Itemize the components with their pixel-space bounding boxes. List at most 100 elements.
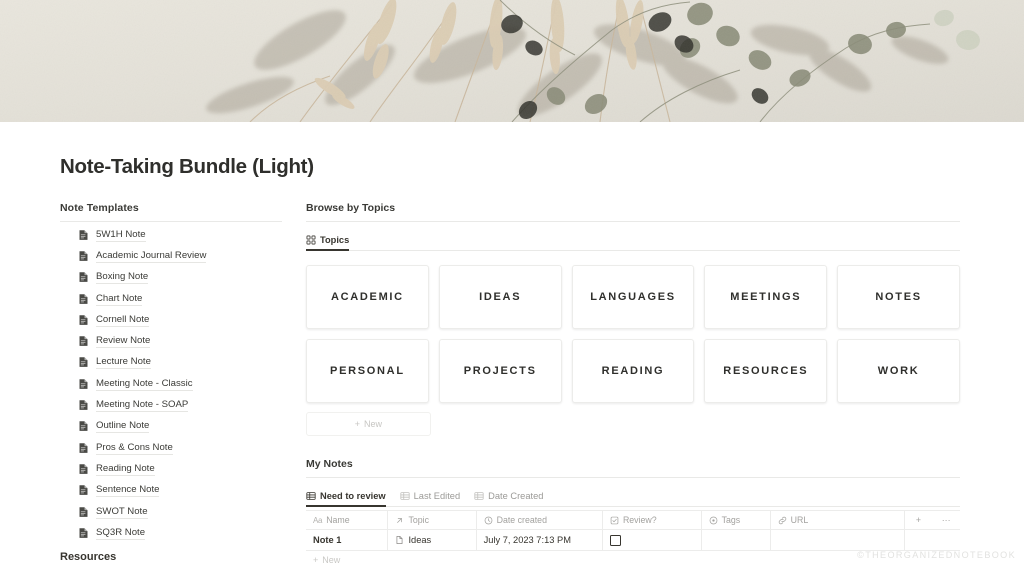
topic-card[interactable]: IDEAS xyxy=(438,265,562,329)
template-item[interactable]: Sentence Note xyxy=(60,480,282,501)
topic-card-label: NOTES xyxy=(875,291,922,303)
topic-card[interactable]: LANGUAGES xyxy=(571,265,695,329)
notes-table: Aa Name Topic Date created Review? Tags URL + ··… xyxy=(306,510,960,551)
tab-date-created[interactable]: Date Created xyxy=(474,491,543,506)
tab-topics[interactable]: Topics xyxy=(306,235,350,251)
document-icon xyxy=(79,251,88,261)
column-header[interactable]: Aa Name xyxy=(306,511,389,530)
tab-need-to-review[interactable]: Need to review xyxy=(306,491,386,507)
tab-label: Need to review xyxy=(320,491,386,501)
column-header[interactable]: Review? xyxy=(602,511,702,530)
template-item-label: 5W1H Note xyxy=(96,228,146,242)
template-item[interactable]: Chart Note xyxy=(60,288,282,309)
template-item-label: Meeting Note - Classic xyxy=(96,377,193,391)
cell-name[interactable]: Note 1 xyxy=(306,530,389,551)
cell-topic[interactable]: Ideas xyxy=(388,530,477,551)
browse-by-topics-heading: Browse by Topics xyxy=(306,202,960,222)
clock-icon xyxy=(484,516,492,524)
page-content: Note-Taking Bundle (Light) Note Template… xyxy=(0,122,1024,577)
template-item[interactable]: Review Note xyxy=(60,330,282,351)
document-icon xyxy=(79,336,88,346)
topic-card[interactable]: RESOURCES xyxy=(704,339,828,403)
review-checkbox[interactable] xyxy=(609,534,621,546)
document-icon xyxy=(79,229,88,240)
topic-card-label: READING xyxy=(601,365,665,377)
topic-card-grid: ACADEMIC IDEAS LANGUAGES MEETINGS NOTES PERSO… xyxy=(306,265,960,403)
new-topic-button[interactable]: + New xyxy=(306,412,431,436)
template-item-label: SQ3R Note xyxy=(96,526,146,540)
new-row-label: New xyxy=(322,555,341,565)
topic-card-label: RESOURCES xyxy=(723,365,809,377)
template-item[interactable]: SQ3R Note xyxy=(60,522,282,543)
template-item[interactable]: Outline Note xyxy=(60,416,282,437)
table-header-row: Aa Name Topic Date created Review? Tags URL + ··… xyxy=(306,511,960,530)
plus-icon: + xyxy=(354,419,361,429)
template-item-label: Outline Note xyxy=(96,420,150,434)
template-item[interactable]: Reading Note xyxy=(60,458,282,479)
cover-image xyxy=(0,0,1024,122)
page-title: Note-Taking Bundle (Light) xyxy=(60,155,314,178)
column-header[interactable]: Date created xyxy=(476,511,603,530)
template-item[interactable]: Meeting Note - SOAP xyxy=(60,394,282,415)
aa-text-icon: Aa xyxy=(313,515,323,525)
tab-label: Date Created xyxy=(488,491,544,501)
column-header-label: Topic xyxy=(408,515,429,525)
template-item[interactable]: Academic Journal Review xyxy=(60,245,282,266)
template-item-label: Review Note xyxy=(96,335,151,349)
topic-card[interactable]: ACADEMIC xyxy=(306,265,429,329)
tab-label: Topics xyxy=(320,235,350,245)
checkbox-icon xyxy=(610,516,619,524)
topic-card[interactable]: PERSONAL xyxy=(306,339,429,403)
resources-heading: Resources xyxy=(60,551,117,564)
document-icon xyxy=(79,400,88,410)
watermark: ©THEORGANIZEDNOTEBOOK xyxy=(857,550,1016,560)
table-more-options-button[interactable]: ··· xyxy=(932,511,960,530)
template-item-label: Meeting Note - SOAP xyxy=(96,399,189,413)
template-item[interactable]: Cornell Note xyxy=(60,309,282,330)
tab-last-edited[interactable]: Last Edited xyxy=(400,491,460,506)
template-item[interactable]: Pros & Cons Note xyxy=(60,437,282,458)
template-item[interactable]: Lecture Note xyxy=(60,352,282,373)
note-templates-list: 5W1H Note Academic Journal Review Boxing N… xyxy=(60,224,282,543)
table-icon xyxy=(306,492,316,500)
template-item[interactable]: SWOT Note xyxy=(60,501,282,522)
template-item[interactable]: Meeting Note - Classic xyxy=(60,373,282,394)
topic-card[interactable]: MEETINGS xyxy=(704,265,828,329)
column-header[interactable]: URL xyxy=(770,511,905,530)
cell-spacer xyxy=(904,530,933,551)
template-item-label: Chart Note xyxy=(96,292,143,306)
link-icon xyxy=(778,516,786,524)
topic-card[interactable]: READING xyxy=(571,339,695,403)
column-header[interactable]: Tags xyxy=(701,511,771,530)
topic-card-label: ACADEMIC xyxy=(330,291,404,303)
column-header-label: Tags xyxy=(721,515,741,525)
note-templates-column: Note Templates 5W1H Note Academic Journal… xyxy=(60,202,282,563)
topic-card-label: MEETINGS xyxy=(730,291,802,303)
document-icon xyxy=(79,506,88,517)
topic-card[interactable]: NOTES xyxy=(837,265,960,329)
template-item-label: Pros & Cons Note xyxy=(96,441,173,455)
select-circle-icon xyxy=(709,516,717,524)
table-body: Note 1 Ideas July 7, 2023 7:13 PM xyxy=(306,530,960,551)
cell-review[interactable] xyxy=(602,530,702,551)
template-item-label: Lecture Note xyxy=(96,356,151,370)
template-item-label: SWOT Note xyxy=(96,505,148,519)
table-row[interactable]: Note 1 Ideas July 7, 2023 7:13 PM xyxy=(306,530,960,551)
add-column-button[interactable]: + xyxy=(904,511,933,530)
template-item[interactable]: 5W1H Note xyxy=(60,224,282,245)
cell-date-created[interactable]: July 7, 2023 7:13 PM xyxy=(476,530,603,551)
topic-card[interactable]: PROJECTS xyxy=(438,339,562,403)
template-item-label: Sentence Note xyxy=(96,484,160,498)
template-item[interactable]: Boxing Note xyxy=(60,267,282,288)
topics-view-tabs: Topics xyxy=(306,226,960,251)
cell-url[interactable] xyxy=(770,530,905,551)
relation-arrow-icon xyxy=(397,517,403,523)
cell-tags[interactable] xyxy=(701,530,771,551)
topic-card[interactable]: WORK xyxy=(837,339,960,403)
topic-card-label: PERSONAL xyxy=(330,365,405,377)
document-icon xyxy=(79,442,88,453)
column-header-label: Name xyxy=(326,515,350,525)
document-icon xyxy=(79,272,88,283)
column-header[interactable]: Topic xyxy=(388,511,477,530)
plus-icon: + xyxy=(313,555,319,565)
